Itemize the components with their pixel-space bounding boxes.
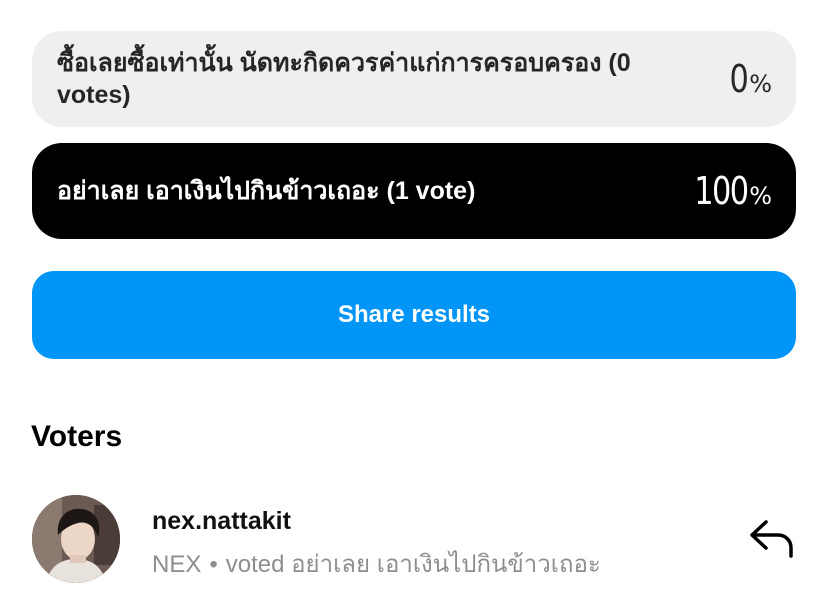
separator-dot: • [209,551,218,578]
share-results-button[interactable]: Share results [32,271,796,359]
percent-sign: % [749,182,772,210]
percent-sign: % [749,70,772,98]
voter-meta: NEX • voted อย่าเลย เอาเงินไปกินข้าวเถอะ [152,544,601,583]
poll-option-percent: 0 % [725,57,772,101]
percent-value: 0 [729,57,748,101]
poll-option-2[interactable]: อย่าเลย เอาเงินไปกินข้าวเถอะ (1 vote) 10… [32,143,796,239]
voter-display-name: NEX [152,551,202,578]
voters-title: Voters [31,420,123,453]
poll-option-label: อย่าเลย เอาเงินไปกินข้าวเถอะ (1 vote) [57,177,476,205]
avatar-photo [32,495,120,583]
voter-row[interactable]: nex.nattakit NEX • voted อย่าเลย เอาเงินไป… [32,494,796,584]
avatar[interactable] [32,495,120,583]
voter-vote-text: voted อย่าเลย เอาเงินไปกินข้าวเถอะ [225,551,601,578]
reply-icon[interactable] [748,516,796,560]
poll-option-label: ซื้อเลยซื้อเท่านั้น นัดทะกิดควรค่าแก่การ… [57,49,631,109]
voter-username[interactable]: nex.nattakit [152,507,291,536]
percent-value: 100 [693,169,749,213]
poll-option-1[interactable]: ซื้อเลยซื้อเท่านั้น นัดทะกิดควรค่าแก่การ… [32,31,796,127]
poll-option-percent: 100 % [681,169,772,213]
